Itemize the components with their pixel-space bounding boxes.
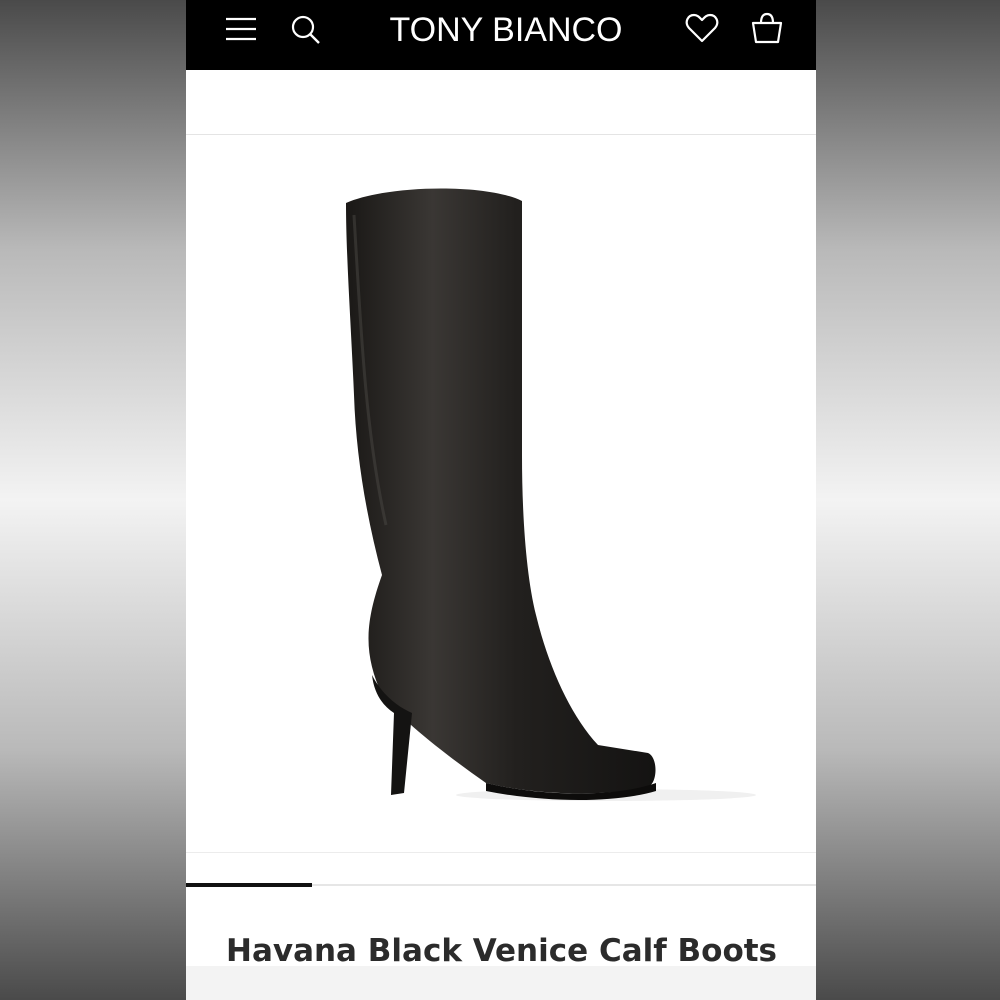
mobile-page: TONY BIANCO Havana Black Venice Calf Boo…: [186, 0, 816, 1000]
hamburger-menu-icon[interactable]: [224, 16, 258, 42]
shopping-bag-icon[interactable]: [750, 12, 784, 44]
boot-illustration: [346, 188, 756, 801]
search-icon[interactable]: [290, 14, 322, 46]
bottom-sheet-edge: [186, 966, 816, 1000]
image-carousel-indicator[interactable]: [186, 852, 816, 887]
heart-icon[interactable]: [685, 12, 719, 44]
brand-logo[interactable]: TONY BIANCO: [356, 8, 656, 52]
carousel-progress-bar: [186, 883, 312, 887]
product-image[interactable]: [186, 135, 816, 850]
top-nav-bar: TONY BIANCO: [186, 0, 816, 70]
empty-banner-strip: [186, 70, 816, 135]
